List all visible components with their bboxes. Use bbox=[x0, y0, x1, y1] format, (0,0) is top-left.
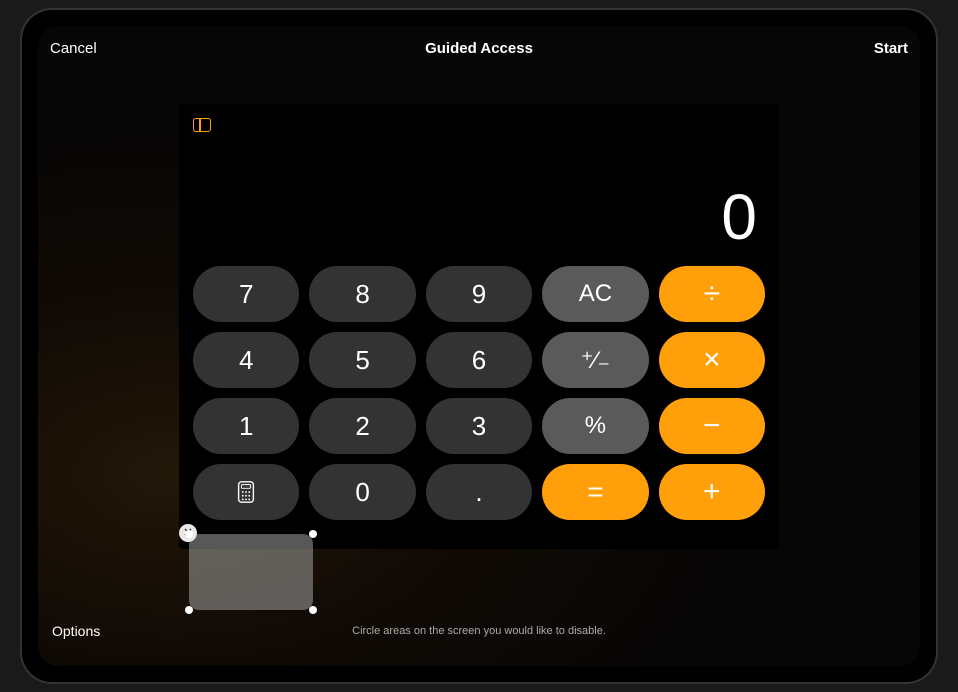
key-decimal[interactable]: . bbox=[426, 464, 532, 520]
calculator-icon bbox=[236, 480, 256, 504]
key-plus-minus[interactable]: ⁺⁄₋ bbox=[542, 332, 648, 388]
key-2[interactable]: 2 bbox=[309, 398, 415, 454]
key-1[interactable]: 1 bbox=[193, 398, 299, 454]
key-divide[interactable]: ÷ bbox=[659, 266, 765, 322]
key-7[interactable]: 7 bbox=[193, 266, 299, 322]
key-minus[interactable]: − bbox=[659, 398, 765, 454]
key-plus[interactable]: + bbox=[659, 464, 765, 520]
start-button[interactable]: Start bbox=[874, 40, 908, 57]
display-value: 0 bbox=[721, 180, 757, 254]
key-percent[interactable]: % bbox=[542, 398, 648, 454]
key-equals[interactable]: = bbox=[542, 464, 648, 520]
ipad-frame: Cancel Guided Access Start 0 7 8 9 AC ÷ … bbox=[20, 8, 938, 684]
resize-handle-top-left[interactable] bbox=[185, 530, 193, 538]
calculator-keypad: 7 8 9 AC ÷ 4 5 6 ⁺⁄₋ × 1 2 3 % − bbox=[193, 266, 765, 520]
resize-handle-top-right[interactable] bbox=[309, 530, 317, 538]
app-preview[interactable]: 0 7 8 9 AC ÷ 4 5 6 ⁺⁄₋ × 1 2 3 % − bbox=[179, 104, 779, 549]
sidebar-toggle-icon bbox=[193, 118, 211, 132]
key-9[interactable]: 9 bbox=[426, 266, 532, 322]
options-button[interactable]: Options bbox=[52, 623, 100, 639]
key-4[interactable]: 4 bbox=[193, 332, 299, 388]
footer-hint-text: Circle areas on the screen you would lik… bbox=[352, 625, 606, 637]
footer-bar: Options Circle areas on the screen you w… bbox=[38, 611, 920, 651]
key-5[interactable]: 5 bbox=[309, 332, 415, 388]
page-title: Guided Access bbox=[425, 40, 533, 57]
key-all-clear[interactable]: AC bbox=[542, 266, 648, 322]
key-calculator-mode[interactable] bbox=[193, 464, 299, 520]
cancel-button[interactable]: Cancel bbox=[50, 40, 97, 57]
disabled-region[interactable]: ✕ bbox=[189, 534, 313, 610]
key-multiply[interactable]: × bbox=[659, 332, 765, 388]
calculator-display: 0 bbox=[179, 144, 757, 264]
header-bar: Cancel Guided Access Start bbox=[38, 26, 920, 70]
key-6[interactable]: 6 bbox=[426, 332, 532, 388]
key-8[interactable]: 8 bbox=[309, 266, 415, 322]
key-0[interactable]: 0 bbox=[309, 464, 415, 520]
screen: Cancel Guided Access Start 0 7 8 9 AC ÷ … bbox=[38, 26, 920, 666]
key-3[interactable]: 3 bbox=[426, 398, 532, 454]
